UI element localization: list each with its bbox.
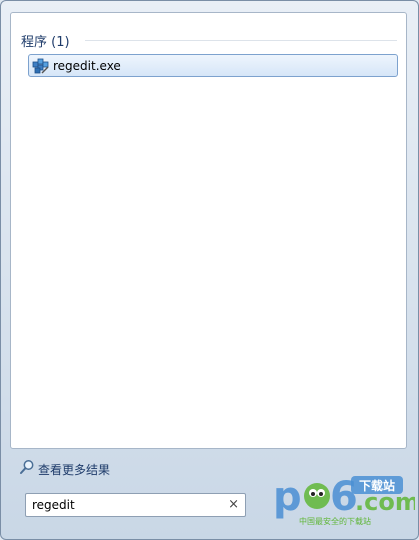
see-more-results-label: 查看更多结果 <box>38 462 111 477</box>
pc6-watermark-logo: p 6 .com 下载站 中国最安全的下载站 <box>273 474 415 526</box>
search-results-panel: 程序 (1) regedit.exe <box>10 12 407 449</box>
result-item-regedit[interactable]: regedit.exe <box>28 54 398 77</box>
programs-group-header: 程序 (1) <box>21 35 70 50</box>
search-input[interactable] <box>32 497 222 513</box>
group-header-divider <box>85 40 397 41</box>
watermark-tag: 下载站 <box>359 478 395 493</box>
registry-editor-icon <box>32 57 50 75</box>
watermark-slogan: 中国最安全的下载站 <box>299 516 371 526</box>
search-box[interactable]: × <box>25 493 246 517</box>
svg-text:p: p <box>273 474 302 520</box>
search-icon <box>19 459 35 479</box>
result-item-label: regedit.exe <box>53 58 121 73</box>
see-more-results-link[interactable]: 查看更多结果 <box>19 459 110 479</box>
clear-search-button[interactable]: × <box>228 496 239 514</box>
start-menu-search-window: 程序 (1) regedit.exe 查看更多结果 regedit × p 6 … <box>0 0 419 540</box>
